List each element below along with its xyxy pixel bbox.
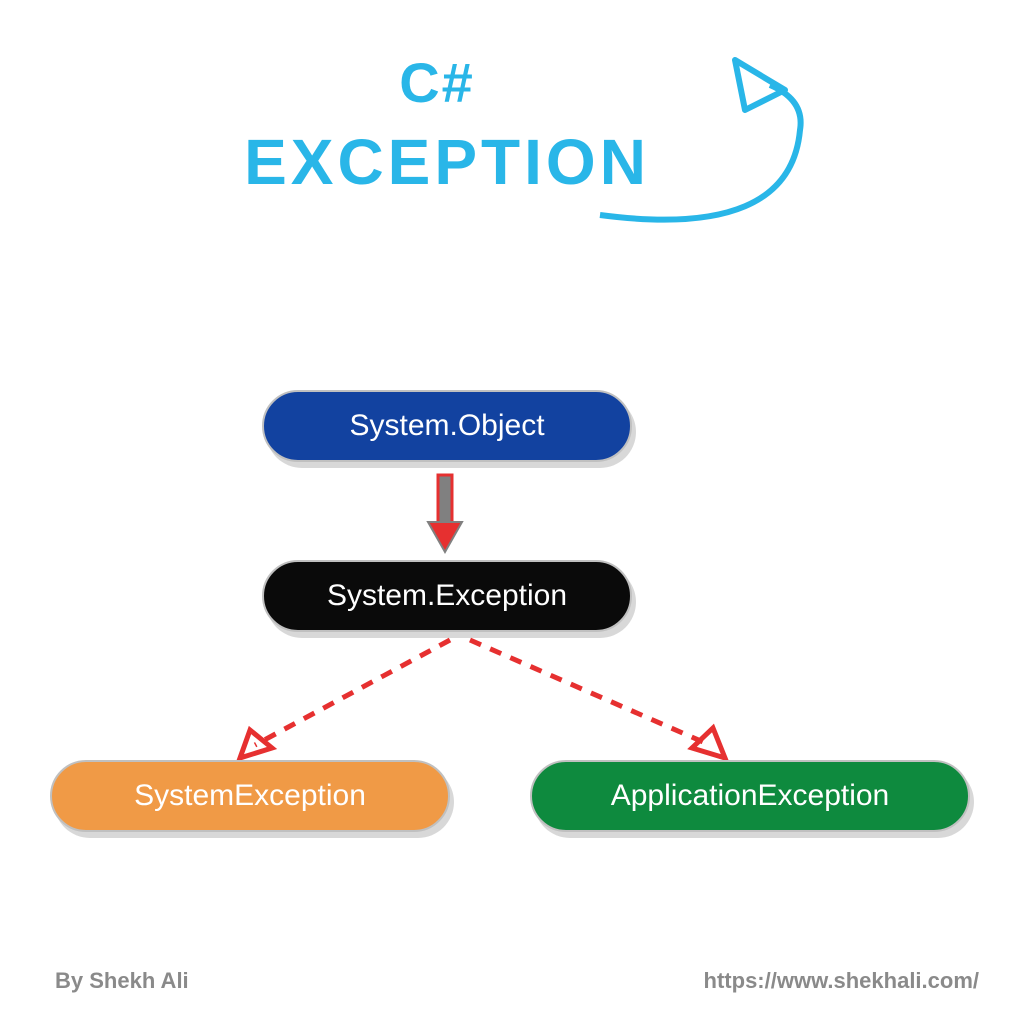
- node-label: ApplicationException: [611, 779, 890, 813]
- node-applicationexception: ApplicationException: [530, 760, 970, 832]
- footer-author: By Shekh Ali: [55, 968, 189, 994]
- dashed-arrows-icon: [150, 630, 850, 780]
- node-system-object: System.Object: [262, 390, 632, 462]
- node-label: SystemException: [134, 779, 366, 813]
- node-systemexception: SystemException: [50, 760, 450, 832]
- node-label: System.Exception: [327, 579, 567, 613]
- arrow-down-icon: [420, 470, 470, 560]
- title-line-2: EXCEPTION: [0, 125, 1024, 199]
- title-line-1: C#: [0, 50, 1024, 115]
- node-label: System.Object: [349, 409, 544, 443]
- diagram-title: C# EXCEPTION: [0, 50, 1024, 199]
- node-system-exception: System.Exception: [262, 560, 632, 632]
- curved-arrow-icon: [590, 40, 850, 240]
- footer-url: https://www.shekhali.com/: [704, 968, 979, 994]
